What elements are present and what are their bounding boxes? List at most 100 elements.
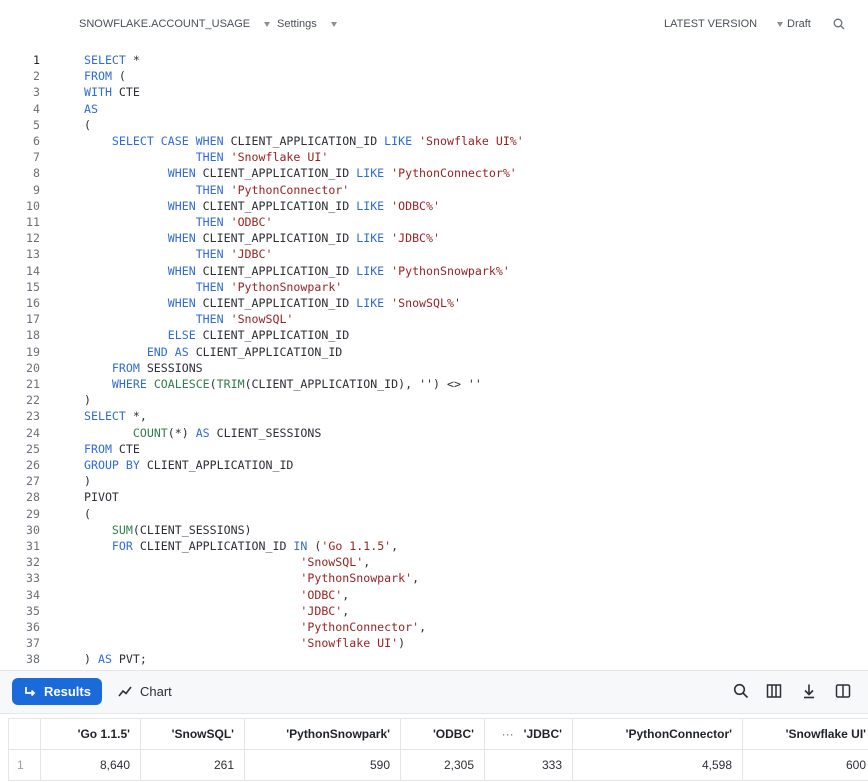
sql-keyword: WHEN bbox=[167, 166, 196, 181]
code-line[interactable]: 18 ELSE CLIENT_APPLICATION_ID bbox=[0, 327, 868, 343]
sql-text: (CLIENT_APPLICATION_ID), '') <> '' bbox=[244, 377, 482, 391]
sql-keyword: LIKE bbox=[356, 231, 385, 246]
code-line[interactable]: 19 END AS CLIENT_APPLICATION_ID bbox=[0, 344, 868, 360]
column-header[interactable]: ··· 'JDBC' bbox=[484, 718, 573, 750]
column-menu-icon[interactable]: ··· bbox=[502, 727, 514, 741]
code-text: WHEN CLIENT_APPLICATION_ID LIKE 'ODBC%' bbox=[84, 198, 440, 214]
sql-text: , bbox=[363, 555, 371, 570]
code-line[interactable]: 37 'Snowflake UI') bbox=[0, 635, 868, 651]
code-line[interactable]: 17 THEN 'SnowSQL' bbox=[0, 311, 868, 327]
code-line[interactable]: 2 FROM ( bbox=[0, 68, 868, 84]
chart-button[interactable]: Chart bbox=[118, 678, 172, 705]
search-icon[interactable] bbox=[833, 18, 845, 30]
table-cell[interactable]: 261 bbox=[140, 749, 245, 781]
code-line[interactable]: 33 'PythonSnowpark', bbox=[0, 570, 868, 586]
column-header[interactable]: 'Go 1.1.5' bbox=[40, 718, 141, 750]
code-line[interactable]: 30 SUM(CLIENT_SESSIONS) bbox=[0, 522, 868, 538]
code-line[interactable]: 6 SELECT CASE WHEN CLIENT_APPLICATION_ID… bbox=[0, 133, 868, 149]
code-line[interactable]: 3 WITH CTE bbox=[0, 84, 868, 100]
line-number: 25 bbox=[26, 441, 40, 456]
sql-string: 'Snowflake UI' bbox=[300, 636, 399, 651]
code-line[interactable]: 14 WHEN CLIENT_APPLICATION_ID LIKE 'Pyth… bbox=[0, 263, 868, 279]
code-line[interactable]: 15 THEN 'PythonSnowpark' bbox=[0, 279, 868, 295]
code-line[interactable]: 34 'ODBC', bbox=[0, 587, 868, 603]
code-line[interactable]: 20 FROM SESSIONS bbox=[0, 360, 868, 376]
code-line[interactable]: 29 ( bbox=[0, 506, 868, 522]
code-line[interactable]: 36 'PythonConnector', bbox=[0, 619, 868, 635]
column-header[interactable]: 'PythonConnector' bbox=[572, 718, 743, 750]
table-cell[interactable]: 2,305 bbox=[400, 749, 485, 781]
schema-selector[interactable]: SNOWFLAKE.ACCOUNT_USAGE bbox=[79, 18, 271, 30]
download-icon[interactable] bbox=[801, 683, 817, 699]
code-line[interactable]: 11 THEN 'ODBC' bbox=[0, 214, 868, 230]
sql-keyword: AS bbox=[195, 425, 210, 440]
code-line[interactable]: 22) bbox=[0, 392, 868, 408]
code-line[interactable]: 25 FROM CTE bbox=[0, 441, 868, 457]
split-panel-icon[interactable] bbox=[835, 683, 851, 699]
table-cell[interactable]: 333 bbox=[484, 749, 573, 781]
settings-dropdown[interactable]: Settings bbox=[277, 18, 337, 30]
line-number: 11 bbox=[26, 215, 40, 229]
code-line[interactable]: 21 WHERE COALESCE(TRIM(CLIENT_APPLICATIO… bbox=[0, 376, 868, 392]
code-line[interactable]: 35 'JDBC', bbox=[0, 603, 868, 619]
column-header[interactable]: 'PythonSnowpark' bbox=[244, 718, 401, 750]
sql-text: CTE bbox=[111, 85, 140, 100]
sql-text: , bbox=[419, 620, 427, 634]
code-line[interactable]: 24 COUNT(*) AS CLIENT_SESSIONS bbox=[0, 425, 868, 441]
code-line[interactable]: 8 WHEN CLIENT_APPLICATION_ID LIKE 'Pytho… bbox=[0, 165, 868, 181]
sql-text: , bbox=[342, 603, 350, 618]
code-line[interactable]: 5( bbox=[0, 117, 868, 133]
column-header[interactable]: 'Snowflake UI' bbox=[742, 718, 868, 750]
code-text: THEN 'PythonSnowpark' bbox=[84, 279, 343, 295]
code-line[interactable]: 13 THEN 'JDBC' bbox=[0, 246, 868, 262]
code-line[interactable]: 9 THEN 'PythonConnector' bbox=[0, 182, 868, 198]
code-text: SUM(CLIENT_SESSIONS) bbox=[84, 522, 252, 538]
code-line[interactable]: 1 SELECT * bbox=[0, 52, 868, 68]
version-selector[interactable]: LATEST VERSION bbox=[664, 18, 784, 30]
sql-text: PVT; bbox=[111, 652, 147, 667]
table-cell[interactable]: 8,640 bbox=[40, 749, 141, 781]
sql-text: , bbox=[391, 539, 399, 553]
code-line[interactable]: 4 AS bbox=[0, 101, 868, 117]
column-header[interactable]: 'ODBC' bbox=[400, 718, 485, 750]
search-icon[interactable] bbox=[733, 683, 749, 699]
code-line[interactable]: 28 PIVOT bbox=[0, 489, 868, 505]
code-text: ELSE CLIENT_APPLICATION_ID bbox=[84, 327, 349, 343]
sql-string: 'JDBC' bbox=[230, 247, 273, 262]
column-header[interactable]: 'SnowSQL' bbox=[140, 718, 245, 750]
code-text: THEN 'ODBC' bbox=[84, 214, 273, 230]
code-line[interactable]: 10 WHEN CLIENT_APPLICATION_ID LIKE 'ODBC… bbox=[0, 198, 868, 214]
sql-keyword: WHEN bbox=[167, 296, 196, 310]
sql-string: 'Snowflake UI%' bbox=[419, 134, 524, 148]
sql-editor[interactable]: 1 SELECT * 2 FROM (3 WITH CTE 4 AS 5(6 SELECT C… bbox=[0, 50, 868, 670]
top-bar: SNOWFLAKE.ACCOUNT_USAGE Settings LATEST … bbox=[0, 0, 868, 50]
code-line[interactable]: 31 FOR CLIENT_APPLICATION_ID IN ('Go 1.1… bbox=[0, 538, 868, 554]
code-line[interactable]: 12 WHEN CLIENT_APPLICATION_ID LIKE 'JDBC… bbox=[0, 230, 868, 246]
code-line[interactable]: 7 THEN 'Snowflake UI' bbox=[0, 149, 868, 165]
table-cell[interactable]: 600 bbox=[742, 749, 868, 781]
code-text: WHEN CLIENT_APPLICATION_ID LIKE 'JDBC%' bbox=[84, 230, 440, 246]
table-cell[interactable]: 4,598 bbox=[572, 749, 743, 781]
line-number: 16 bbox=[26, 296, 40, 310]
code-line[interactable]: 26 GROUP BY CLIENT_APPLICATION_ID bbox=[0, 457, 868, 473]
line-number: 32 bbox=[26, 555, 40, 570]
code-line[interactable]: 38) AS PVT; bbox=[0, 651, 868, 667]
sql-text: CLIENT_APPLICATION_ID bbox=[195, 198, 357, 213]
code-line[interactable]: 27) bbox=[0, 473, 868, 489]
results-button[interactable]: Results bbox=[12, 678, 102, 705]
code-line[interactable]: 32 'SnowSQL', bbox=[0, 554, 868, 570]
table-cell[interactable]: 590 bbox=[244, 749, 401, 781]
columns-icon[interactable] bbox=[766, 683, 782, 699]
code-line[interactable]: 23 SELECT *, bbox=[0, 408, 868, 424]
code-line[interactable]: 16 WHEN CLIENT_APPLICATION_ID LIKE 'Snow… bbox=[0, 295, 868, 311]
